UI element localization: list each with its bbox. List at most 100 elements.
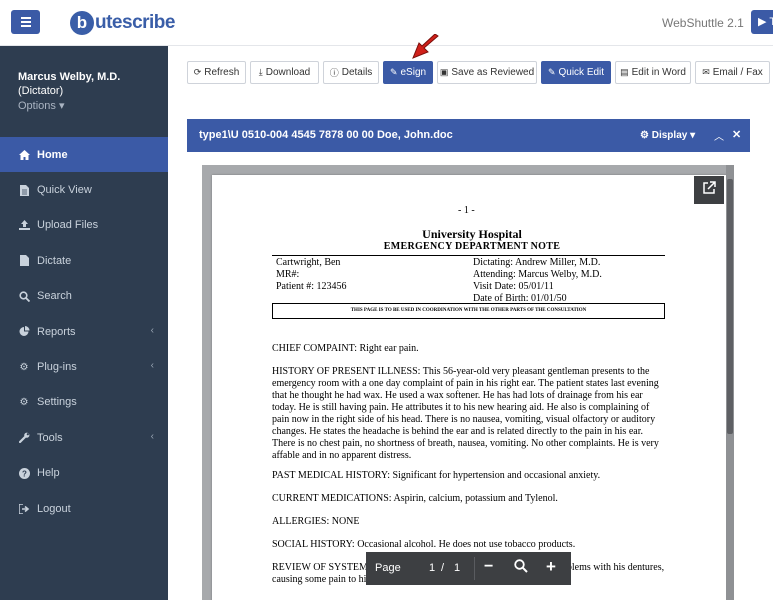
chevron-up-icon: ︿ xyxy=(714,132,724,143)
top-right-button[interactable]: ▶ T xyxy=(751,10,773,34)
refresh-icon: ⟳ xyxy=(193,67,202,77)
help-icon: ? xyxy=(18,467,30,479)
sidebar-item-settings[interactable]: ⚙ Settings xyxy=(0,385,168,420)
dictating-doctor: Dictating: Andrew Miller, M.D. xyxy=(473,257,601,268)
patient-number: Patient #: 123456 xyxy=(276,281,347,292)
sidebar-item-reports[interactable]: Reports ‹ xyxy=(0,314,168,349)
info-icon: ⓘ xyxy=(329,68,339,78)
allergies: ALLERGIES: NONE xyxy=(272,516,360,527)
user-panel: Marcus Welby, M.D. (Dictator) Options ▾ xyxy=(0,46,168,137)
play-icon: ▶ xyxy=(758,16,767,28)
app-logo[interactable]: b utescribe xyxy=(70,8,175,38)
email-fax-button[interactable]: ✉ Email / Fax xyxy=(695,61,770,84)
divider xyxy=(474,557,475,580)
user-role: (Dictator) xyxy=(18,85,64,97)
collapse-button[interactable]: ︿ xyxy=(714,128,724,143)
pencil-icon: ✎ xyxy=(389,67,398,77)
download-icon: ⤓ xyxy=(258,67,263,77)
sign-out-icon xyxy=(18,503,30,515)
esign-button[interactable]: ✎ eSign xyxy=(383,61,433,84)
user-options-dropdown[interactable]: Options ▾ xyxy=(18,99,150,113)
gears-icon: ⚙ xyxy=(19,361,29,373)
caret-down-icon: ▾ xyxy=(58,100,65,112)
envelope-icon: ✉ xyxy=(702,67,710,77)
attending-doctor: Attending: Marcus Welby, M.D. xyxy=(473,269,602,280)
viewer-scroll-thumb[interactable] xyxy=(727,179,733,434)
past-medical-history: PAST MEDICAL HISTORY: Significant for hy… xyxy=(272,470,601,481)
sidebar-item-dictate[interactable]: Dictate xyxy=(0,243,168,278)
sidebar-item-plug-ins[interactable]: ⚙ Plug-ins ‹ xyxy=(0,349,168,384)
document-panel-header: type1\U 0510-004 4545 7878 00 00 Doe, Jo… xyxy=(187,119,750,152)
upload-icon xyxy=(18,219,30,231)
download-button[interactable]: ⤓ Download xyxy=(250,61,319,84)
save-as-reviewed-button[interactable]: ▣ Save as Reviewed xyxy=(437,61,537,84)
magnifier-icon xyxy=(514,559,528,576)
search-icon xyxy=(18,290,30,302)
caret-down-icon: ▾ xyxy=(690,130,696,141)
sidebar-item-help[interactable]: ? Help xyxy=(0,456,168,491)
page-number-text: - 1 - xyxy=(458,205,475,216)
edit-icon: ✎ xyxy=(547,67,556,77)
social-history: SOCIAL HISTORY: Occasional alcohol. He d… xyxy=(272,539,576,550)
current-page-input[interactable]: 1 xyxy=(429,562,435,574)
chief-complaint: CHIEF COMPAINT: Right ear pain. xyxy=(272,343,419,354)
external-link-icon xyxy=(702,181,716,199)
visit-date: Visit Date: 05/01/11 xyxy=(473,281,554,292)
sidebar-item-quick-view[interactable]: Quick View xyxy=(0,172,168,207)
department-title: EMERGENCY DEPARTMENT NOTE xyxy=(383,241,561,252)
current-medications: CURRENT MEDICATIONS: Aspirin, calcium, p… xyxy=(272,493,558,504)
sidebar: Marcus Welby, M.D. (Dictator) Options ▾ … xyxy=(0,46,168,600)
file-icon xyxy=(18,255,30,267)
gear-icon: ⚙ xyxy=(640,130,649,141)
mr-number: MR#: xyxy=(276,269,300,280)
gear-icon: ⚙ xyxy=(19,396,29,408)
menu-toggle-button[interactable] xyxy=(11,10,40,34)
top-bar: b utescribe WebShuttle 2.1 ▶ T xyxy=(0,0,773,46)
quick-edit-button[interactable]: ✎ Quick Edit xyxy=(541,61,611,84)
wrench-icon xyxy=(18,432,30,444)
chevron-left-icon: ‹ xyxy=(150,431,154,443)
refresh-button[interactable]: ⟳ Refresh xyxy=(187,61,246,84)
popout-button[interactable] xyxy=(694,176,724,204)
chevron-left-icon: ‹ xyxy=(150,324,154,336)
coordination-notice: THIS PAGE IS TO BE USED IN COORDINATION … xyxy=(272,303,665,319)
sidebar-item-logout[interactable]: Logout xyxy=(0,491,168,526)
sidebar-item-upload-files[interactable]: Upload Files xyxy=(0,208,168,243)
pie-chart-icon xyxy=(18,326,30,338)
display-dropdown[interactable]: ⚙ Display ▾ xyxy=(640,130,695,141)
home-icon xyxy=(18,149,30,161)
chevron-left-icon: ‹ xyxy=(150,360,154,372)
page-label: Page xyxy=(375,562,401,574)
logo-mark: b xyxy=(70,11,94,35)
total-pages: 1 xyxy=(454,562,461,574)
close-icon: ✕ xyxy=(732,129,742,141)
app-version-label: WebShuttle 2.1 xyxy=(662,16,744,30)
header-rule xyxy=(272,255,665,256)
history-present-illness: HISTORY OF PRESENT ILLNESS: This 56-year… xyxy=(272,366,659,461)
document-title: type1\U 0510-004 4545 7878 00 00 Doe, Jo… xyxy=(199,129,453,141)
document-viewer[interactable]: - 1 - University Hospital EMERGENCY DEPA… xyxy=(202,165,734,600)
zoom-button[interactable] xyxy=(514,559,528,576)
sidebar-item-search[interactable]: Search xyxy=(0,279,168,314)
sidebar-item-home[interactable]: Home xyxy=(0,137,168,173)
patient-name: Cartwright, Ben xyxy=(276,257,341,268)
plus-icon: + xyxy=(546,557,556,576)
document-icon xyxy=(18,184,30,196)
zoom-out-button[interactable]: − xyxy=(484,558,493,576)
minus-icon: − xyxy=(484,558,494,575)
page-separator: / xyxy=(441,562,445,574)
details-button[interactable]: ⓘ Details xyxy=(323,61,379,84)
edit-in-word-button[interactable]: ▤ Edit in Word xyxy=(615,61,691,84)
sidebar-item-tools[interactable]: Tools ‹ xyxy=(0,420,168,455)
word-file-icon: ▤ xyxy=(620,67,629,77)
close-panel-button[interactable]: ✕ xyxy=(732,128,741,141)
hospital-name: University Hospital xyxy=(422,227,522,241)
hamburger-icon xyxy=(20,17,31,19)
svg-text:?: ? xyxy=(22,469,27,478)
page-controls: Page 1 / 1 − + xyxy=(366,552,571,585)
zoom-in-button[interactable]: + xyxy=(546,557,556,577)
sidebar-nav: Home Quick View Upload Files Dictate Sea… xyxy=(0,137,168,526)
floppy-icon: ▣ xyxy=(439,67,449,77)
annotation-arrow-icon xyxy=(412,34,439,59)
user-name: Marcus Welby, M.D. xyxy=(18,71,121,83)
